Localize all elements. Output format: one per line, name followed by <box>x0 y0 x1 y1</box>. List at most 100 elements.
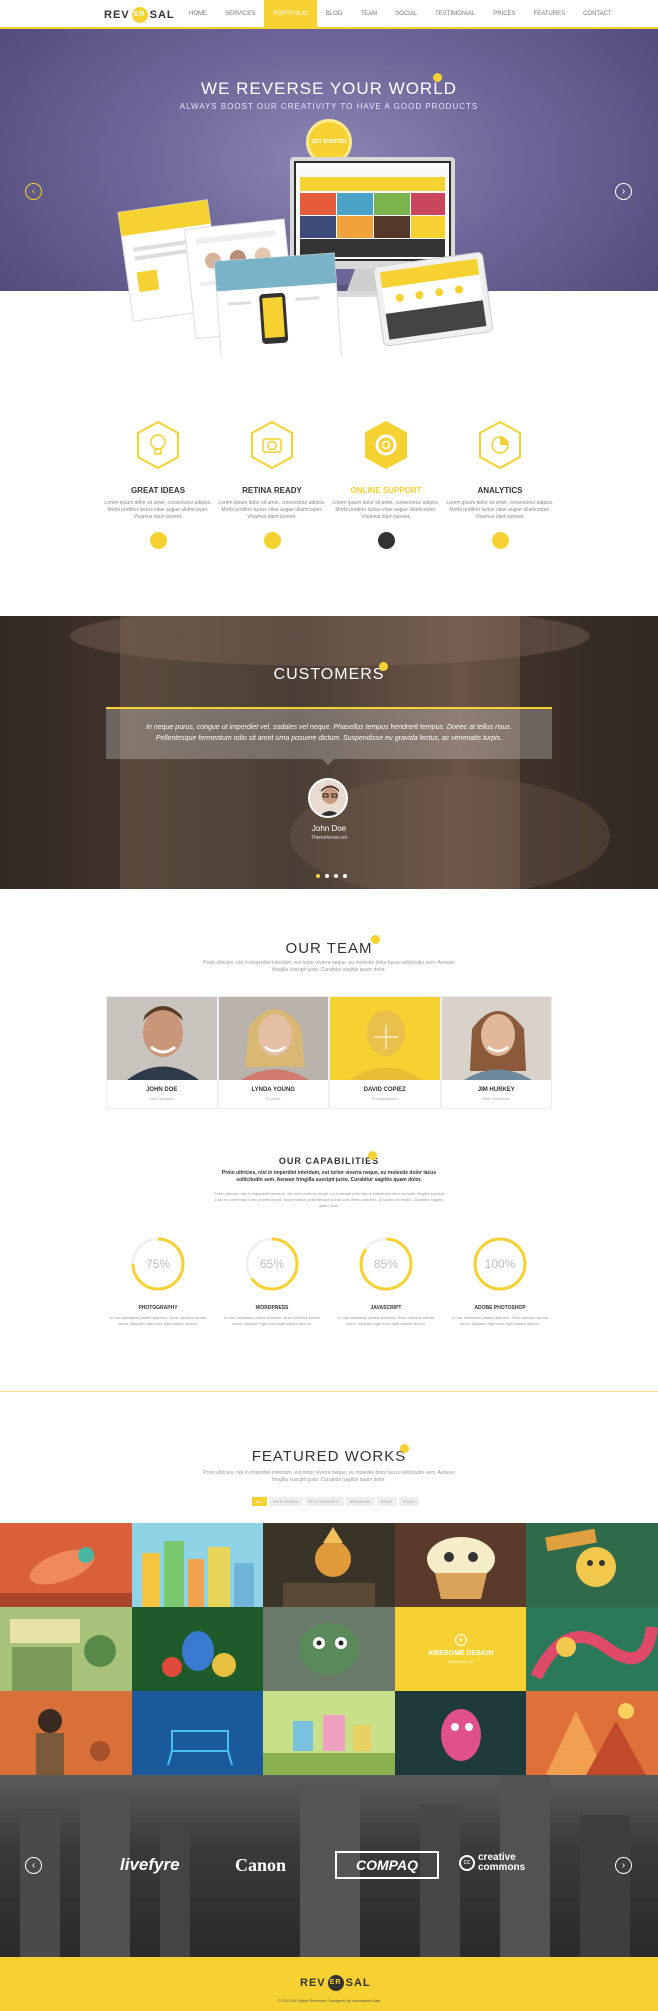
camera-icon <box>251 420 293 470</box>
portfolio-item[interactable] <box>0 1607 132 1691</box>
feature-text: Lorem ipsum dolor sit amet, consectetur … <box>104 500 212 520</box>
lightbulb-icon <box>137 420 179 470</box>
highlight-title: AWESOME DESIGN <box>427 1650 494 1657</box>
member-role: Founder <box>265 1096 281 1101</box>
title-accent-dot <box>368 1151 377 1160</box>
filter-photography[interactable]: PHOTOGRAPHY <box>304 1497 344 1506</box>
pagination-dot[interactable] <box>343 874 347 878</box>
portfolio-item[interactable] <box>394 1523 527 1607</box>
skill-javascript: 85% JAVASCRIPT In hac habitasse platea d… <box>336 1236 436 1327</box>
skill-name: PHOTOGRAPHY <box>138 1305 178 1311</box>
member-role: Web Designer <box>149 1096 175 1101</box>
feature-more-button[interactable] <box>149 532 167 549</box>
portfolio-item-highlight[interactable]: + AWESOME DESIGN Illustration, Art <box>394 1607 527 1691</box>
cc-logo-text: creative commons <box>478 1852 526 1873</box>
feature-more-button[interactable] <box>491 532 509 549</box>
portfolio-item[interactable] <box>263 1607 395 1691</box>
nav-item-features[interactable]: FEATURES <box>525 0 575 29</box>
title-accent-dot <box>379 662 388 671</box>
title-accent-dot <box>400 1444 409 1453</box>
nav-item-team[interactable]: TEAM <box>351 0 386 29</box>
feature-text: Lorem ipsum dolor sit amet, consectetur … <box>446 500 554 520</box>
team-member-card[interactable]: JOHN DOE Web Designer <box>106 996 218 1109</box>
pagination-dot[interactable] <box>334 874 338 878</box>
works-subtitle: Proin ultricies, nisl in imperdiet inter… <box>203 1470 455 1483</box>
member-name: DAVID COPIEZ <box>363 1087 406 1093</box>
feature-title: ANALYTICS <box>477 486 523 495</box>
main-menu: HOME SERVICES PORTFOLIO BLOG TEAM SOCIAL… <box>180 0 621 29</box>
feature-more-button[interactable] <box>263 532 281 549</box>
skill-percent: 85% <box>373 1257 399 1271</box>
feature-analytics: ANALYTICS Lorem ipsum dolor sit amet, co… <box>442 420 558 549</box>
testimonial-pagination <box>316 874 347 878</box>
filter-all[interactable]: ALL <box>252 1497 268 1506</box>
skill-percent: 100% <box>484 1257 516 1271</box>
customers-section: CUSTOMERS In neque purus, congue ut impe… <box>0 616 658 889</box>
hero-device-mockup <box>0 157 658 356</box>
portfolio-item[interactable] <box>526 1523 658 1607</box>
feature-text: Lorem ipsum dolor sit amet, consectetur … <box>218 500 326 520</box>
skill-name: ADOBE PHOTOSHOP <box>474 1305 526 1311</box>
client-logo-creative-commons[interactable]: cc creative commons <box>459 1853 544 1873</box>
client-logo-compaq[interactable]: COMPAQ <box>335 1851 439 1879</box>
filter-web-design[interactable]: WEB DESIGN <box>269 1497 303 1506</box>
portfolio-item[interactable] <box>131 1607 264 1691</box>
hero-slider: WE REVERSE YOUR WORLD ALWAYS BOOST OUR C… <box>0 29 658 356</box>
team-member-card[interactable]: DAVID COPIEZ Photographers <box>329 996 441 1109</box>
member-name: JIM HURKEY <box>477 1087 515 1093</box>
member-role: Web Developer <box>482 1096 511 1101</box>
skill-name: WORDPRESS <box>255 1305 289 1311</box>
portfolio-item[interactable] <box>526 1691 658 1775</box>
feature-more-button[interactable] <box>377 532 395 549</box>
cc-icon: cc <box>459 1855 475 1871</box>
portfolio-item[interactable] <box>131 1523 264 1607</box>
top-navbar: REV ER SAL HOME SERVICES PORTFOLIO BLOG … <box>0 0 658 29</box>
logo-mark: ER <box>131 7 148 23</box>
lifebuoy-icon <box>365 420 407 470</box>
plus-icon[interactable]: + <box>454 1634 467 1646</box>
nav-item-blog[interactable]: BLOG <box>317 0 352 29</box>
capabilities-text: Proin ultricies, nisl in imperdiet inter… <box>214 1191 444 1208</box>
avatar <box>308 778 348 818</box>
footer-logo[interactable]: REV ER SAL <box>300 1975 371 1991</box>
nav-item-home[interactable]: HOME <box>180 0 216 29</box>
member-name: LYNDA YOUNG <box>251 1087 295 1093</box>
team-member-card[interactable]: LYNDA YOUNG Founder <box>217 996 329 1109</box>
filter-branding[interactable]: BRANDING <box>345 1497 375 1506</box>
pagination-dot[interactable] <box>316 874 320 878</box>
team-title: OUR TEAM <box>285 940 373 957</box>
title-accent-dot <box>371 935 380 944</box>
team-member-card[interactable]: JIM HURKEY Web Developer <box>440 996 552 1109</box>
portfolio-item[interactable] <box>131 1691 264 1775</box>
client-logo-livefyre[interactable]: livefyre <box>120 1855 180 1875</box>
nav-item-portfolio[interactable]: PORTFOLIO <box>264 0 317 29</box>
filter-video[interactable]: VIDEO <box>398 1497 420 1506</box>
team-photo <box>330 997 440 1080</box>
nav-item-contact[interactable]: CONTACT <box>574 0 621 29</box>
portfolio-item[interactable] <box>394 1691 527 1775</box>
logo-text-right: SAL <box>345 1977 371 1989</box>
nav-item-social[interactable]: SOCIAL <box>386 0 426 29</box>
nav-item-prices[interactable]: PRICES <box>484 0 524 29</box>
nav-item-services[interactable]: SERVICES <box>216 0 264 29</box>
client-logo-canon[interactable]: Canon <box>235 1855 286 1876</box>
filter-print[interactable]: PRINT <box>376 1497 397 1506</box>
logo-text-left: REV <box>300 1977 326 1989</box>
pagination-dot[interactable] <box>325 874 329 878</box>
portfolio-item[interactable] <box>263 1523 395 1607</box>
clients-next-arrow-icon[interactable]: › <box>615 1857 632 1874</box>
feature-online-support: ONLINE SUPPORT Lorem ipsum dolor sit ame… <box>328 420 444 549</box>
customers-title: CUSTOMERS <box>273 666 385 683</box>
skill-percent: 65% <box>259 1257 285 1271</box>
portfolio-item[interactable] <box>0 1691 132 1775</box>
nav-item-testimonial[interactable]: TESTIMONIAL <box>426 0 484 29</box>
client-logos: livefyre Canon COMPAQ cc creative common… <box>118 1851 542 1881</box>
skill-percent: 75% <box>145 1257 171 1271</box>
clients-prev-arrow-icon[interactable]: ‹ <box>25 1857 42 1874</box>
portfolio-grid: + AWESOME DESIGN Illustration, Art <box>0 1523 658 1775</box>
portfolio-item[interactable] <box>0 1523 132 1607</box>
portfolio-item[interactable] <box>263 1691 395 1775</box>
portfolio-item[interactable] <box>526 1607 658 1691</box>
brand-logo[interactable]: REV ER SAL <box>104 7 175 23</box>
team-photo <box>107 997 217 1080</box>
